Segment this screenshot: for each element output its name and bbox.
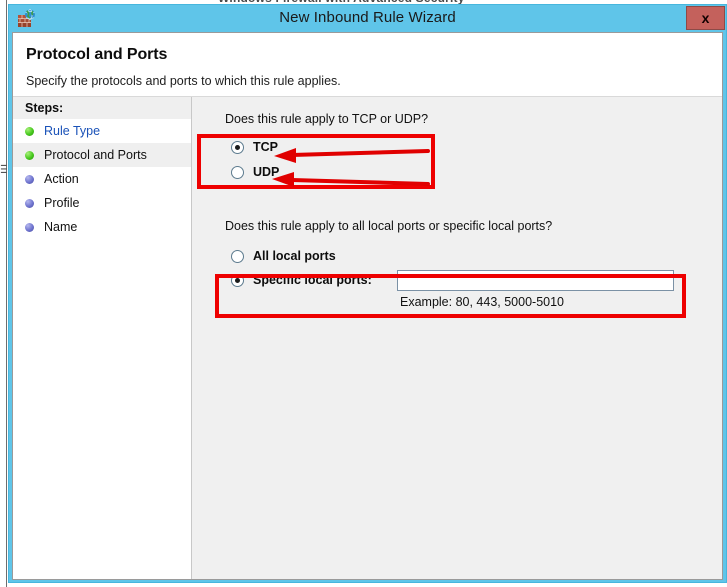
radio-all-local-ports-label: All local ports xyxy=(253,249,336,263)
sidebar-item-label: Rule Type xyxy=(44,124,101,138)
wizard-footer: < Back Next > Cancel xyxy=(193,579,722,580)
page-title: Protocol and Ports xyxy=(26,46,168,63)
radio-udp-indicator xyxy=(231,165,244,179)
sidebar-item-rule-type[interactable]: Rule Type xyxy=(13,119,191,143)
sidebar-item-label: Protocol and Ports xyxy=(44,148,147,162)
radio-all-local-ports[interactable]: All local ports xyxy=(231,249,336,263)
sidebar-item-label: Action xyxy=(44,172,79,186)
wizard-main-pane: Does this rule apply to TCP or UDP? TCP … xyxy=(193,97,722,579)
radio-specific-local-ports-label: Specific local ports: xyxy=(253,273,372,287)
radio-all-local-ports-indicator xyxy=(231,249,244,263)
ports-question-label: Does this rule apply to all local ports … xyxy=(225,219,553,233)
wizard-body: Steps: Rule Type Protocol and Ports Acti… xyxy=(13,97,722,579)
radio-tcp-indicator xyxy=(231,140,244,154)
sidebar-item-action[interactable]: Action xyxy=(13,167,191,191)
window-titlebar[interactable]: New Inbound Rule Wizard x xyxy=(9,5,726,32)
sidebar-item-name[interactable]: Name xyxy=(13,215,191,239)
background-window-glyph: ☰ xyxy=(0,164,7,176)
wizard-client-area: Protocol and Ports Specify the protocols… xyxy=(12,32,723,580)
radio-specific-local-ports-indicator xyxy=(231,273,244,287)
sidebar-item-label: Name xyxy=(44,220,78,234)
sidebar-item-label: Profile xyxy=(44,196,80,210)
radio-tcp[interactable]: TCP xyxy=(231,140,278,154)
radio-tcp-label: TCP xyxy=(253,140,278,154)
sidebar-item-protocol-and-ports[interactable]: Protocol and Ports xyxy=(13,143,191,167)
page-subtitle: Specify the protocols and ports to which… xyxy=(26,74,341,88)
background-window-edge xyxy=(0,0,7,587)
steps-heading: Steps: xyxy=(13,97,191,119)
window-title: New Inbound Rule Wizard xyxy=(279,9,456,26)
radio-udp[interactable]: UDP xyxy=(231,165,279,179)
step-bullet-icon xyxy=(25,126,34,136)
step-bullet-icon xyxy=(25,150,34,160)
steps-heading-label: Steps: xyxy=(25,101,64,115)
new-inbound-rule-wizard-window: New Inbound Rule Wizard x Protocol and P… xyxy=(8,4,727,583)
step-bullet-icon xyxy=(25,198,34,208)
specific-local-ports-input[interactable] xyxy=(397,270,674,291)
steps-sidebar: Steps: Rule Type Protocol and Ports Acti… xyxy=(13,97,192,579)
sidebar-item-profile[interactable]: Profile xyxy=(13,191,191,215)
ports-example-hint: Example: 80, 443, 5000-5010 xyxy=(400,295,565,309)
close-icon[interactable]: x xyxy=(686,6,725,30)
step-bullet-icon xyxy=(25,222,34,232)
step-bullet-icon xyxy=(25,174,34,184)
radio-specific-local-ports[interactable]: Specific local ports: xyxy=(231,273,372,287)
radio-udp-label: UDP xyxy=(253,165,280,179)
wizard-header: Protocol and Ports Specify the protocols… xyxy=(13,33,722,97)
protocol-question-label: Does this rule apply to TCP or UDP? xyxy=(225,112,429,126)
